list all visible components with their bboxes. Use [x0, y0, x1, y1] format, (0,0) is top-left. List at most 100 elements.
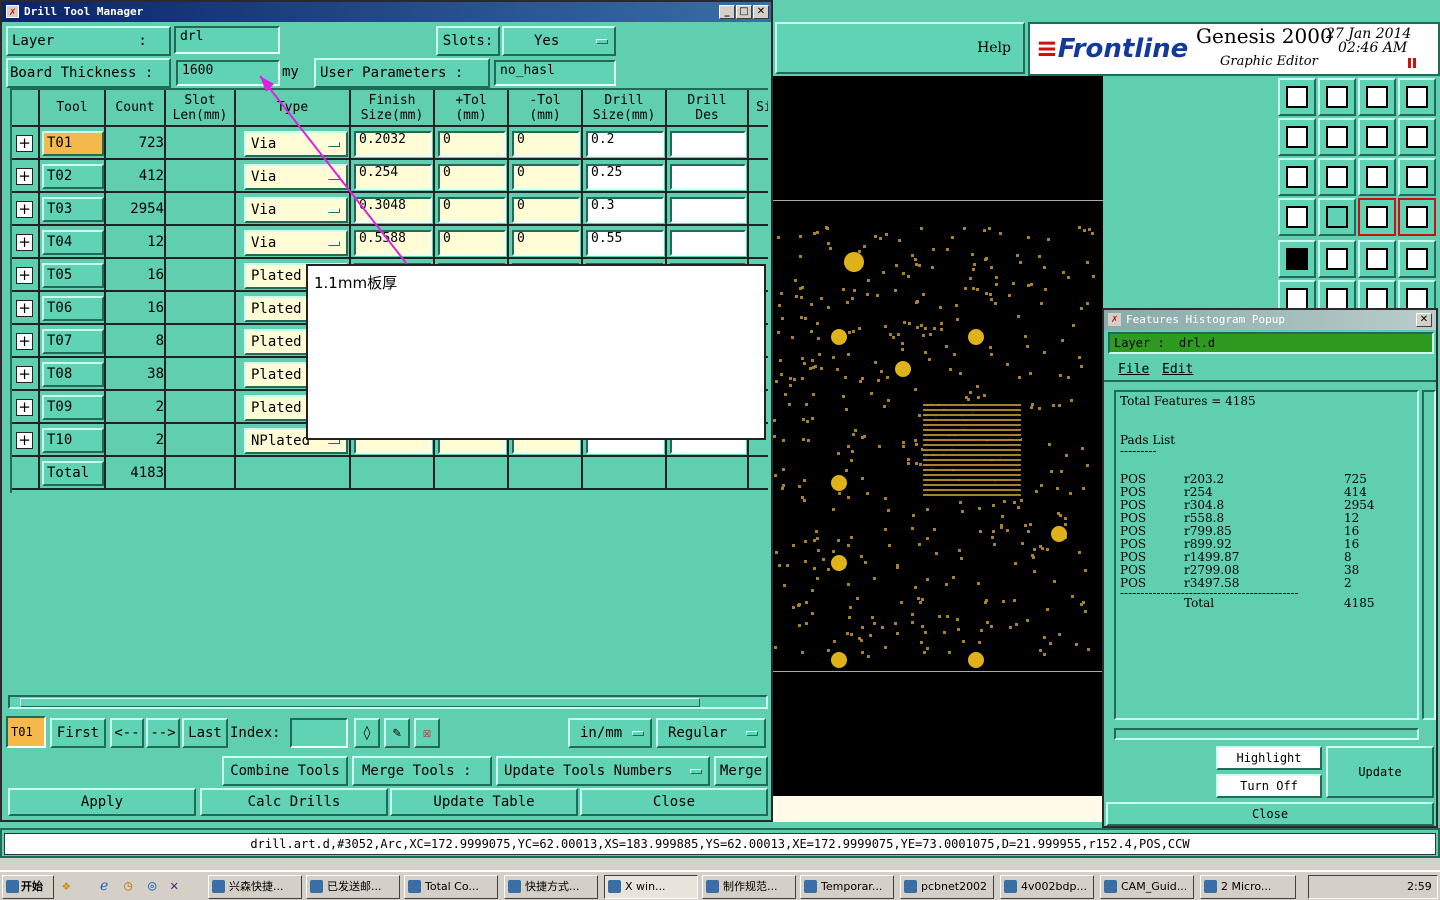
taskbar-item[interactable]: 2 Micro... [1200, 875, 1296, 899]
bulb-icon[interactable]: ◊ [354, 718, 380, 748]
taskbar-item[interactable]: 4v002bdp... [1000, 875, 1094, 899]
plus-tol-field[interactable]: 0 [438, 197, 506, 223]
windows-logo-icon[interactable]: ❖ [62, 878, 70, 894]
drill-size-field[interactable]: 0.3 [586, 197, 664, 223]
window-titlebar[interactable]: Drill Tool Manager ✗ _ □ ✕ [2, 2, 771, 22]
toolbar-snap2-icon[interactable] [1398, 198, 1436, 236]
expand-icon[interactable]: + [16, 300, 33, 317]
taskbar-item[interactable]: 快捷方式... [504, 875, 598, 899]
user-params-field[interactable]: no_hasl [494, 60, 616, 86]
highlight-button[interactable]: Highlight [1216, 746, 1322, 770]
maximize-icon[interactable]: □ [736, 5, 752, 19]
toolbar-save-icon[interactable] [1318, 78, 1356, 116]
toolbar-redo-icon[interactable] [1398, 118, 1436, 156]
expand-icon[interactable]: + [16, 168, 33, 185]
toolbar-zoom-fit-icon[interactable] [1278, 158, 1316, 196]
taskbar-item[interactable]: CAM_Guid... [1100, 875, 1194, 899]
tool-cell[interactable]: T09 [42, 395, 104, 420]
hist-hscroll[interactable] [1114, 728, 1419, 740]
clock-icon[interactable]: ◷ [124, 878, 132, 894]
taskbar-item[interactable]: X win... [604, 875, 698, 899]
mode-dropdown[interactable]: Regular [656, 718, 766, 748]
next-button[interactable]: --> [146, 718, 180, 748]
first-button[interactable]: First [50, 718, 106, 748]
horizontal-scrollbar[interactable] [8, 695, 768, 709]
drill-size-field[interactable]: 0.55 [586, 230, 664, 256]
units-dropdown[interactable]: in/mm [568, 718, 652, 748]
layer-field[interactable]: drl [174, 26, 280, 54]
expand-icon[interactable]: + [16, 135, 33, 152]
toolbar-grid-icon[interactable] [1318, 198, 1356, 236]
hist-titlebar[interactable]: ✗ Features Histogram Popup ✕ [1104, 310, 1436, 330]
toolbar-home-icon[interactable] [1358, 78, 1396, 116]
update-button[interactable]: Update [1326, 746, 1434, 798]
update-table-button[interactable]: Update Table [390, 788, 578, 816]
scrollbar-thumb[interactable] [20, 698, 700, 707]
prev-button[interactable]: <-- [110, 718, 144, 748]
calc-drills-button[interactable]: Calc Drills [200, 788, 388, 816]
tool-cell[interactable]: T08 [42, 362, 104, 387]
plus-tol-field[interactable]: 0 [438, 131, 506, 157]
slots-dropdown[interactable]: Yes [502, 26, 616, 56]
expand-icon[interactable]: + [16, 432, 33, 449]
x-icon[interactable]: ✕ [170, 878, 178, 894]
last-button[interactable]: Last [182, 718, 228, 748]
taskbar-item[interactable]: 兴森快捷... [208, 875, 302, 899]
minus-tol-field[interactable]: 0 [512, 197, 580, 223]
close-button[interactable]: Close [580, 788, 768, 816]
hist-vscroll[interactable] [1422, 390, 1436, 720]
plus-tol-field[interactable]: 0 [438, 164, 506, 190]
tool-cell[interactable]: T01 [42, 131, 104, 156]
turn-off-button[interactable]: Turn Off [1216, 774, 1322, 798]
update-tool-numbers-dropdown[interactable]: Update Tools Numbers [496, 756, 710, 786]
toolbar-forward-icon[interactable] [1318, 118, 1356, 156]
index-field[interactable] [290, 718, 348, 748]
toolbar-select-icon[interactable] [1398, 240, 1436, 278]
hist-close-button[interactable]: Close [1106, 802, 1434, 826]
browser-icon[interactable]: ◎ [148, 878, 156, 894]
expand-icon[interactable]: + [16, 201, 33, 218]
taskbar-item[interactable]: 制作规范... [702, 875, 796, 899]
minus-tol-field[interactable]: 0 [512, 164, 580, 190]
apply-button[interactable]: Apply [8, 788, 196, 816]
taskbar-item[interactable]: 已发送邮... [306, 875, 400, 899]
toolbar-measure-icon[interactable] [1278, 198, 1316, 236]
start-button[interactable]: 开始 [2, 875, 54, 899]
toolbar-window-icon[interactable] [1398, 78, 1436, 116]
tool-cell[interactable]: T06 [42, 296, 104, 321]
graphic-canvas[interactable] [773, 76, 1103, 796]
merge-button[interactable]: Merge [714, 756, 768, 786]
expand-icon[interactable]: + [16, 267, 33, 284]
minus-tol-field[interactable]: 0 [512, 230, 580, 256]
plus-tol-field[interactable]: 0 [438, 230, 506, 256]
help-button[interactable]: Help [775, 22, 1025, 74]
tool-cell[interactable]: T05 [42, 263, 104, 288]
minus-tol-field[interactable]: 0 [512, 131, 580, 157]
ie-icon[interactable]: ℯ [100, 878, 108, 894]
drill-des-field[interactable] [670, 131, 746, 157]
tool-cell[interactable]: T04 [42, 230, 104, 255]
expand-icon[interactable]: + [16, 234, 33, 251]
drill-des-field[interactable] [670, 230, 746, 256]
drill-des-field[interactable] [670, 164, 746, 190]
toolbar-open-icon[interactable] [1278, 78, 1316, 116]
taskbar-item[interactable]: Temporar... [800, 875, 894, 899]
drill-des-field[interactable] [670, 197, 746, 223]
taskbar-item[interactable]: Total Co... [404, 875, 498, 899]
toolbar-fill-icon[interactable] [1278, 240, 1316, 278]
toolbar-help-icon[interactable] [1398, 158, 1436, 196]
minimize-icon[interactable]: _ [719, 5, 735, 19]
taskbar-item[interactable]: pcbnet2002 [900, 875, 994, 899]
drill-size-field[interactable]: 0.25 [586, 164, 664, 190]
toolbar-undo-icon[interactable] [1358, 118, 1396, 156]
toolbar-edit-icon[interactable] [1318, 240, 1356, 278]
tool-cell[interactable]: T07 [42, 329, 104, 354]
hist-close-icon[interactable]: ✕ [1416, 313, 1432, 327]
toolbar-pan-icon[interactable] [1318, 158, 1356, 196]
combine-tools-button[interactable]: Combine Tools [222, 756, 348, 786]
tool-cell[interactable]: T02 [42, 164, 104, 189]
expand-icon[interactable]: + [16, 366, 33, 383]
tool-cell[interactable]: T03 [42, 197, 104, 222]
expand-icon[interactable]: + [16, 399, 33, 416]
edit-icon[interactable]: ✎ [384, 718, 410, 748]
